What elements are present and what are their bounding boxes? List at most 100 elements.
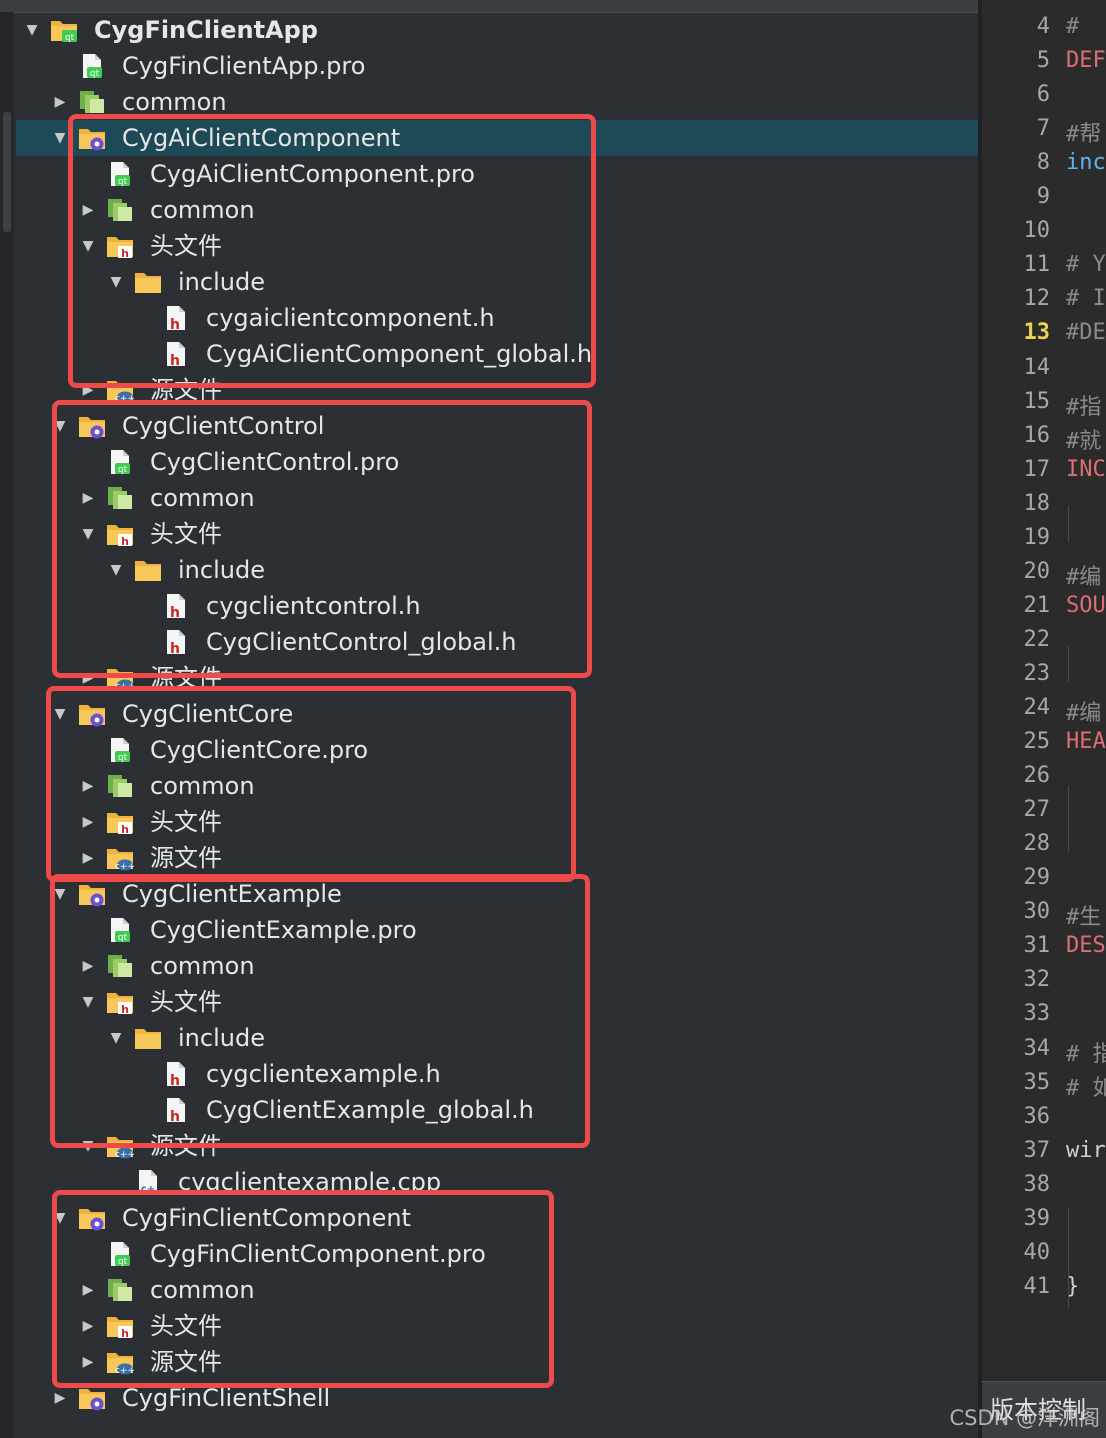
source-folder-icon: c++ [106, 377, 135, 404]
tree-item[interactable]: ▶ c++ 源文件 [16, 1344, 978, 1380]
tree-item[interactable]: ▶ common [16, 1272, 978, 1308]
tree-item[interactable]: ▶ h 头文件 [16, 804, 978, 840]
tree-item[interactable]: qt CygAiClientComponent.pro [16, 156, 978, 192]
tree-item[interactable]: ▼ c++ 源文件 [16, 1128, 978, 1164]
chevron-right-icon[interactable]: ▶ [78, 840, 98, 876]
tree-item-label: common [150, 196, 255, 224]
line-number: 10 [1023, 218, 1051, 243]
tree-scrollbar[interactable] [0, 12, 14, 1438]
chevron-down-icon[interactable]: ▼ [50, 408, 70, 444]
chevron-right-icon[interactable]: ▶ [78, 768, 98, 804]
tree-item[interactable]: qt CygClientControl.pro [16, 444, 978, 480]
tree-item[interactable]: ▶ c++ 源文件 [16, 840, 978, 876]
code-line: #生 [1066, 905, 1102, 930]
header-file-icon: h [162, 305, 190, 333]
tree-item[interactable]: ▶ h 头文件 [16, 1308, 978, 1344]
tree-item[interactable]: qt CygFinClientApp.pro [16, 48, 978, 84]
tree-item[interactable]: ▼ include [16, 552, 978, 588]
tree-item[interactable]: ▶ c++ 源文件 [16, 372, 978, 408]
chevron-right-icon[interactable]: ▶ [78, 372, 98, 408]
header-folder-icon: h [106, 1313, 134, 1340]
line-number: 12 [1023, 286, 1051, 311]
tree-item[interactable]: ▶ common [16, 948, 978, 984]
chevron-down-icon[interactable]: ▼ [78, 228, 98, 264]
code-line: #就 [1066, 429, 1102, 454]
tree-item[interactable]: qt CygClientCore.pro [16, 732, 978, 768]
chevron-down-icon[interactable]: ▼ [50, 876, 70, 912]
tree-item[interactable]: ▼ include [16, 264, 978, 300]
tree-item[interactable]: ▼ CygAiClientComponent [16, 120, 978, 156]
tree-item[interactable]: ▼ CygClientControl [16, 408, 978, 444]
tree-item-label: 头文件 [150, 808, 222, 836]
chevron-right-icon[interactable]: ▶ [78, 1308, 98, 1344]
line-number: 29 [1023, 865, 1051, 890]
chevron-right-icon[interactable]: ▶ [78, 1272, 98, 1308]
chevron-right-icon[interactable]: ▶ [78, 948, 98, 984]
common-folder-icon [106, 197, 134, 223]
tree-item[interactable]: h CygClientControl_global.h [16, 624, 978, 660]
svg-text:qt: qt [118, 753, 128, 763]
tree-item[interactable]: ▶ common [16, 480, 978, 516]
subproject-folder-icon [78, 701, 106, 727]
tree-item[interactable]: ▼ CygFinClientComponent [16, 1200, 978, 1236]
tree-item[interactable]: qt CygFinClientComponent.pro [16, 1236, 978, 1272]
chevron-right-icon[interactable]: ▶ [78, 660, 98, 696]
tree-item[interactable]: ▼ CygClientExample [16, 876, 978, 912]
line-number: 16 [1023, 423, 1051, 448]
qt-pro-file-icon: qt [106, 161, 134, 187]
tree-item[interactable]: ▶ c++ 源文件 [16, 660, 978, 696]
tree-item[interactable]: h cygclientexample.h [16, 1056, 978, 1092]
tree-item[interactable]: ▶ common [16, 768, 978, 804]
chevron-down-icon[interactable]: ▼ [106, 1020, 126, 1056]
chevron-right-icon[interactable]: ▶ [50, 1380, 70, 1416]
tree-item-label: include [178, 1024, 265, 1052]
tree-item[interactable]: ▼ h 头文件 [16, 984, 978, 1020]
chevron-right-icon[interactable]: ▶ [50, 84, 70, 120]
tree-item-label: cygclientcontrol.h [206, 592, 421, 620]
code-line: HEA [1066, 729, 1106, 754]
tree-item[interactable]: qt CygClientExample.pro [16, 912, 978, 948]
chevron-right-icon[interactable]: ▶ [78, 480, 98, 516]
chevron-down-icon[interactable]: ▼ [50, 696, 70, 732]
chevron-down-icon[interactable]: ▼ [50, 1200, 70, 1236]
qt-pro-file-icon: qt [106, 737, 134, 763]
chevron-down-icon[interactable]: ▼ [78, 1128, 98, 1164]
indent-guide [1068, 1208, 1069, 1308]
tree-item[interactable]: ▼ include [16, 1020, 978, 1056]
chevron-right-icon[interactable]: ▶ [78, 804, 98, 840]
header-folder-icon: h [106, 233, 134, 260]
line-number: 32 [1023, 967, 1051, 992]
tree-item-label: 头文件 [150, 1312, 222, 1340]
svg-text:h: h [170, 1109, 180, 1123]
line-number: 41 [1023, 1274, 1051, 1299]
svg-text:h: h [121, 1327, 129, 1339]
svg-text:h: h [170, 605, 180, 619]
chevron-right-icon[interactable]: ▶ [78, 1344, 98, 1380]
chevron-down-icon[interactable]: ▼ [106, 552, 126, 588]
tree-item[interactable]: h CygClientExample_global.h [16, 1092, 978, 1128]
tree-item[interactable]: c+ cygclientexample.cpp [16, 1164, 978, 1200]
chevron-right-icon[interactable]: ▶ [78, 192, 98, 228]
chevron-down-icon[interactable]: ▼ [106, 264, 126, 300]
chevron-down-icon[interactable]: ▼ [78, 984, 98, 1020]
tree-item[interactable]: ▼ CygClientCore [16, 696, 978, 732]
tree-item[interactable]: h CygAiClientComponent_global.h [16, 336, 978, 372]
tree-item-label: CygAiClientComponent_global.h [206, 340, 593, 368]
tree-item[interactable]: ▼ h 头文件 [16, 516, 978, 552]
chevron-down-icon[interactable]: ▼ [22, 12, 42, 48]
header-folder-icon: h [106, 521, 134, 548]
chevron-down-icon[interactable]: ▼ [78, 516, 98, 552]
tree-item[interactable]: ▶ common [16, 192, 978, 228]
chevron-down-icon[interactable]: ▼ [50, 120, 70, 156]
tree-item[interactable]: ▼ qt CygFinClientApp [16, 12, 978, 48]
tree-item[interactable]: h cygaiclientcomponent.h [16, 300, 978, 336]
line-number: 40 [1023, 1240, 1051, 1265]
tree-item[interactable]: ▶ common [16, 84, 978, 120]
code-line: DES [1066, 933, 1106, 958]
code-editor[interactable]: 4 # 5 DEF 6 7 #帮 8 inc 9 10 11 # Y 12 # I 13 #DE 14 15 #指 1… [982, 0, 1106, 1438]
tree-item[interactable]: ▼ h 头文件 [16, 228, 978, 264]
svg-text:h: h [121, 535, 129, 547]
tree-item[interactable]: h cygclientcontrol.h [16, 588, 978, 624]
tree-scrollbar-thumb[interactable] [3, 112, 11, 232]
tree-item[interactable]: ▶ CygFinClientShell [16, 1380, 978, 1416]
